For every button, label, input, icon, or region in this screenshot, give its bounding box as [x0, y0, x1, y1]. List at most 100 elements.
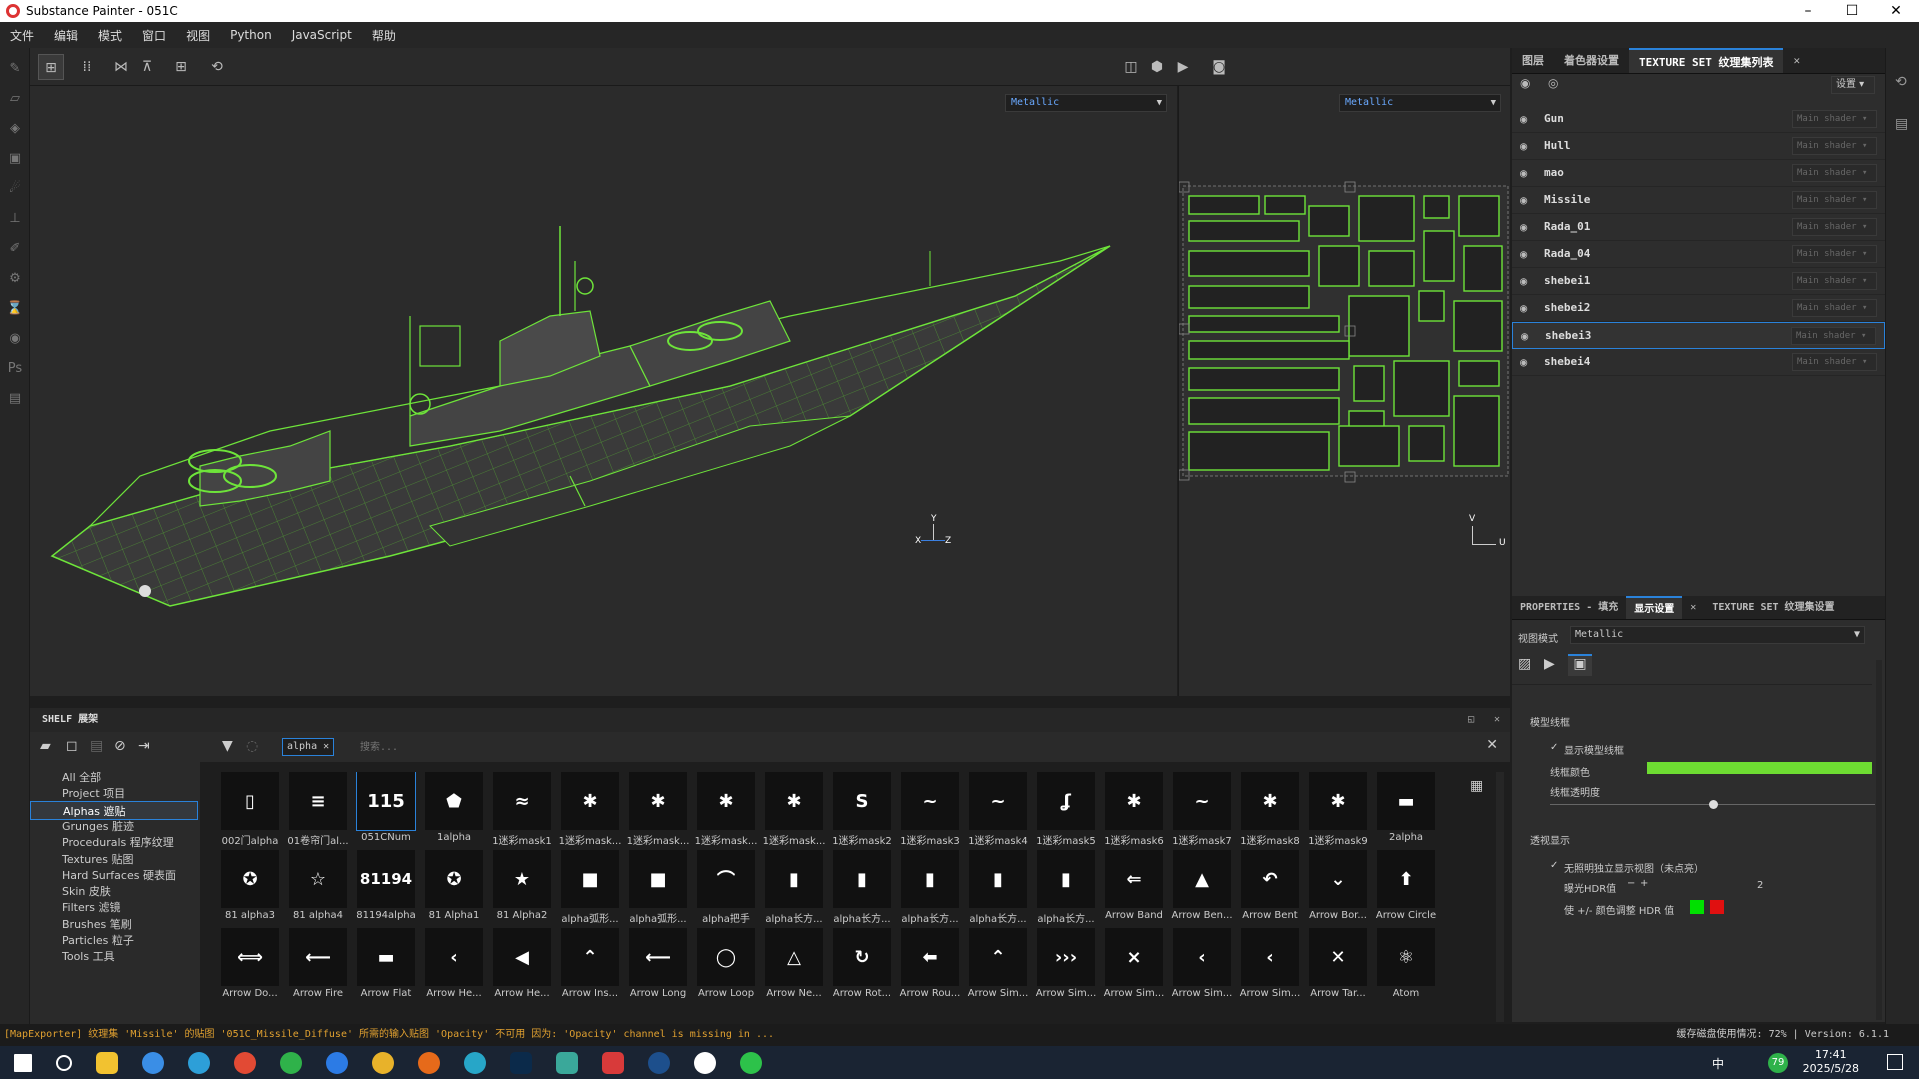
camera-settings-icon[interactable]: ▶: [1544, 656, 1564, 676]
menu-help[interactable]: 帮助: [362, 27, 406, 44]
export-icon[interactable]: ▤: [6, 390, 24, 408]
shelf-item[interactable]: ▮ alpha长方...: [966, 850, 1030, 928]
texture-set-row[interactable]: ◉ shebei4 Main shader ▾: [1512, 349, 1885, 376]
photoshop-icon[interactable]: [510, 1051, 532, 1074]
shelf-item[interactable]: ⟵ Arrow Long: [626, 928, 690, 1006]
chrome-alt-icon[interactable]: [142, 1051, 164, 1074]
maximize-button[interactable]: ☐: [1830, 0, 1874, 22]
close-tab-icon[interactable]: ✕: [1682, 596, 1704, 619]
shelf-item[interactable]: ★ 81 Alpha2: [490, 850, 554, 928]
shelf-item[interactable]: ☆ 81 alpha4: [286, 850, 350, 928]
environment-icon[interactable]: ▨: [1518, 656, 1538, 676]
shader-select[interactable]: Main shader ▾: [1792, 137, 1877, 155]
shelf-item[interactable]: ‹ Arrow He...: [422, 928, 486, 1006]
hdr-value[interactable]: 2: [1757, 880, 1763, 891]
shader-select[interactable]: Main shader ▾: [1792, 164, 1877, 182]
shelf-search-input[interactable]: [360, 738, 660, 756]
eye-icon[interactable]: ◉: [1520, 187, 1527, 213]
clock[interactable]: 17:41 2025/5/28: [1803, 1046, 1859, 1079]
eye-icon[interactable]: ◉: [1521, 323, 1528, 349]
menu-javascript[interactable]: JavaScript: [282, 28, 362, 42]
texture-set-row[interactable]: ◉ mao Main shader ▾: [1512, 160, 1885, 187]
shelf-item[interactable]: ▯ 002门alpha: [218, 772, 282, 850]
shelf-item[interactable]: ⌃ Arrow Ins...: [558, 928, 622, 1006]
shelf-item[interactable]: ✱ 1迷彩mask...: [558, 772, 622, 850]
viewport-2d[interactable]: Metallic ▼ V U: [1178, 86, 1510, 696]
float-panel-icon[interactable]: ◱: [1468, 708, 1474, 732]
red-swatch[interactable]: [1710, 900, 1724, 914]
new-resource-icon[interactable]: ◻: [66, 738, 78, 754]
shelf-item[interactable]: △ Arrow Ne...: [762, 928, 826, 1006]
shelf-item[interactable]: ʆ 1迷彩mask5: [1034, 772, 1098, 850]
close-tab-icon[interactable]: ✕: [1783, 48, 1810, 73]
symmetry-icon[interactable]: ⋈: [108, 54, 134, 80]
history-icon[interactable]: ⟲: [204, 54, 230, 80]
shelf-item[interactable]: ✱ 1迷彩mask6: [1102, 772, 1166, 850]
menu-python[interactable]: Python: [220, 28, 282, 42]
shelf-item[interactable]: ‹ Arrow Sim...: [1170, 928, 1234, 1006]
render-icon[interactable]: ◉: [6, 330, 24, 348]
ime-indicator[interactable]: 中: [1712, 1055, 1724, 1072]
shelf-item[interactable]: ‹ Arrow Sim...: [1238, 928, 1302, 1006]
shelf-item[interactable]: ⌄ Arrow Bor...: [1306, 850, 1370, 928]
shelf-item[interactable]: ⌒ alpha把手: [694, 850, 758, 928]
hdr-increase-button[interactable]: +: [1640, 878, 1648, 889]
shelf-item[interactable]: ✱ 1迷彩mask...: [694, 772, 758, 850]
app-blue-icon[interactable]: [326, 1051, 348, 1074]
green-swatch[interactable]: [1690, 900, 1704, 914]
history-icon[interactable]: ⟲: [1895, 74, 1910, 90]
close-shelf-icon[interactable]: ✕: [1494, 708, 1500, 732]
grid-mode-icon[interactable]: ⁞⁞: [74, 54, 100, 80]
close-button[interactable]: ✕: [1874, 0, 1918, 22]
remove-tag-icon[interactable]: ✕: [323, 741, 329, 752]
add-icon[interactable]: ⊞: [168, 54, 194, 80]
search-icon[interactable]: [56, 1054, 72, 1071]
eye-icon[interactable]: ◉: [1520, 106, 1527, 132]
visibility-all-icon[interactable]: ◉: [1520, 76, 1530, 90]
shelf-item[interactable]: S 1迷彩mask2: [830, 772, 894, 850]
grid-view-icon[interactable]: ▦: [1470, 778, 1483, 794]
shelf-item[interactable]: ✱ 1迷彩mask8: [1238, 772, 1302, 850]
texture-set-row[interactable]: ◉ Rada_04 Main shader ▾: [1512, 241, 1885, 268]
shelf-item[interactable]: ≡ 01卷帘门al...: [286, 772, 350, 850]
shelf-item[interactable]: ✕ Arrow Tar...: [1306, 928, 1370, 1006]
clear-search-icon[interactable]: ✕: [1486, 737, 1498, 753]
eye-icon[interactable]: ◉: [1520, 295, 1527, 321]
tab-layers[interactable]: 图层: [1512, 48, 1554, 73]
eye-icon[interactable]: ◉: [1520, 241, 1527, 267]
qq-icon[interactable]: [694, 1051, 716, 1074]
shelf-item[interactable]: ⬟ 1alpha: [422, 772, 486, 850]
hide-icon[interactable]: ⊘: [114, 738, 126, 754]
app-cyan-icon[interactable]: [464, 1051, 486, 1074]
shader-select[interactable]: Main shader ▾: [1792, 218, 1877, 236]
color-picker-icon[interactable]: ✐: [6, 240, 24, 258]
shelf-item[interactable]: ▮ alpha长方...: [762, 850, 826, 928]
texture-set-row[interactable]: ◉ Hull Main shader ▾: [1512, 133, 1885, 160]
filter-icon[interactable]: ▼: [222, 738, 233, 754]
shader-select[interactable]: Main shader ▾: [1792, 110, 1877, 128]
file-explorer-icon[interactable]: [96, 1051, 118, 1074]
app-green-icon[interactable]: [280, 1051, 302, 1074]
eraser-icon[interactable]: ▱: [6, 90, 24, 108]
wechat-icon[interactable]: [740, 1051, 762, 1074]
menu-mode[interactable]: 模式: [88, 27, 132, 44]
eye-icon[interactable]: ◉: [1520, 160, 1527, 186]
wire-color-swatch[interactable]: [1647, 762, 1872, 774]
shelf-item[interactable]: ■ alpha弧形...: [626, 850, 690, 928]
shader-select[interactable]: Main shader ▾: [1792, 245, 1877, 263]
eye-icon[interactable]: ◉: [1520, 349, 1527, 375]
slider-knob[interactable]: [1708, 800, 1718, 809]
notification-center-icon[interactable]: [1887, 1054, 1903, 1070]
tab-texture-set-settings[interactable]: TEXTURE SET 纹理集设置: [1704, 596, 1842, 619]
cube-view-icon[interactable]: ⬢: [1144, 54, 1170, 80]
show-wireframe-checkbox[interactable]: ✓: [1550, 742, 1558, 753]
paint-brush-icon[interactable]: ✎: [6, 60, 24, 78]
photoshop-icon[interactable]: Ps: [6, 360, 24, 378]
shelf-item[interactable]: ↻ Arrow Rot...: [830, 928, 894, 1006]
texture-set-row[interactable]: ◉ Gun Main shader ▾: [1512, 106, 1885, 133]
isolate-checkbox[interactable]: ✓: [1550, 860, 1558, 871]
shelf-item[interactable]: ■ alpha弧形...: [558, 850, 622, 928]
shelf-item[interactable]: ▲ Arrow Ben...: [1170, 850, 1234, 928]
browser-icon[interactable]: [234, 1051, 256, 1074]
chrome-icon[interactable]: [372, 1051, 394, 1074]
